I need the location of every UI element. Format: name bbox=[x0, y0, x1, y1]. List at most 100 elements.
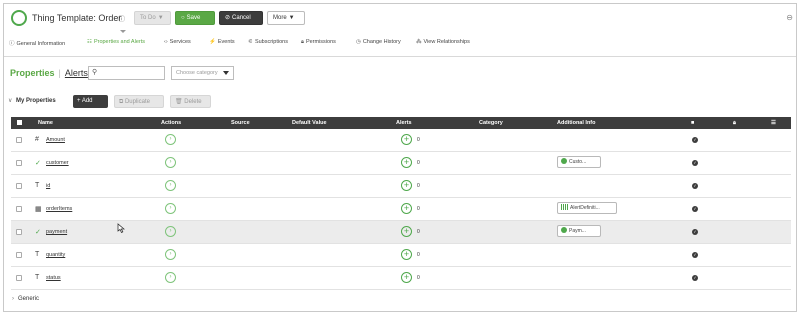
property-name-link[interactable]: payment bbox=[46, 229, 67, 235]
add-alert-icon[interactable]: + bbox=[401, 203, 412, 214]
subscription-icon: ⚟ bbox=[248, 39, 253, 45]
tab-label: Change History bbox=[362, 39, 401, 45]
properties-table: Name Actions Source Default Value Alerts… bbox=[11, 117, 791, 290]
clock-icon: ◷ bbox=[356, 39, 361, 45]
category-placeholder: Choose category bbox=[176, 70, 218, 76]
chevron-down-icon bbox=[223, 71, 229, 75]
tab-label: Permissions bbox=[305, 39, 336, 45]
actions-icon[interactable]: › bbox=[165, 249, 176, 260]
add-alert-icon[interactable]: + bbox=[401, 226, 412, 237]
tab-general-information[interactable]: ⓘ General Information bbox=[9, 39, 65, 47]
persistent-check-icon: ✓ bbox=[692, 229, 698, 235]
tab-label: Services bbox=[169, 39, 191, 45]
add-alert-icon[interactable]: + bbox=[401, 180, 412, 191]
property-name-link[interactable]: id bbox=[46, 183, 50, 189]
add-button[interactable]: + Add bbox=[73, 95, 108, 108]
table-row[interactable]: T status › + 0 ✓ bbox=[11, 267, 791, 290]
row-checkbox[interactable] bbox=[16, 183, 22, 189]
column-header-alerts[interactable]: Alerts bbox=[396, 120, 412, 126]
delete-button[interactable]: 🗑︎ Delete bbox=[170, 95, 211, 108]
todo-button[interactable]: To Do ▼ bbox=[134, 11, 171, 25]
row-checkbox[interactable] bbox=[16, 252, 22, 258]
column-header-name[interactable]: Name bbox=[38, 120, 53, 126]
column-menu-icon[interactable]: ☰ bbox=[771, 120, 776, 126]
property-name-link[interactable]: Amount bbox=[46, 137, 65, 143]
duplicate-button[interactable]: ⧉ Duplicate bbox=[114, 95, 164, 108]
table-row[interactable]: T id › + 0 ✓ bbox=[11, 175, 791, 198]
table-header: Name Actions Source Default Value Alerts… bbox=[11, 117, 791, 129]
chevron-down-icon[interactable]: ∨ bbox=[8, 97, 12, 104]
add-alert-icon[interactable]: + bbox=[401, 249, 412, 260]
actions-icon[interactable]: › bbox=[165, 203, 176, 214]
tab-change-history[interactable]: ◷ Change History bbox=[356, 39, 401, 45]
help-circle-icon[interactable]: ⓘ bbox=[118, 14, 125, 24]
tab-events[interactable]: ⚡ Events bbox=[209, 39, 235, 45]
table-row[interactable]: # Amount › + 0 ✓ bbox=[11, 129, 791, 152]
string-icon: T bbox=[35, 182, 40, 189]
row-checkbox[interactable] bbox=[16, 137, 22, 143]
search-icon: ⚲ bbox=[92, 69, 98, 76]
alerts-link[interactable]: Alerts bbox=[65, 68, 88, 78]
save-icon: ○ bbox=[181, 15, 185, 21]
alert-count: 0 bbox=[417, 160, 420, 166]
column-header-category[interactable]: Category bbox=[479, 120, 503, 126]
tab-properties-and-alerts[interactable]: ☷ Properties and Alerts bbox=[87, 39, 145, 45]
row-checkbox[interactable] bbox=[16, 275, 22, 281]
properties-toolbar: ∨ My Properties + Add ⧉ Duplicate 🗑︎ Del… bbox=[4, 94, 796, 110]
property-name-link[interactable]: quantity bbox=[46, 252, 65, 258]
tab-services[interactable]: ‹› Services bbox=[164, 39, 191, 45]
actions-icon[interactable]: › bbox=[165, 226, 176, 237]
select-all-checkbox[interactable] bbox=[17, 120, 22, 125]
actions-icon[interactable]: › bbox=[165, 157, 176, 168]
column-header-additional-info: Additional Info bbox=[557, 120, 596, 126]
properties-alerts-switch: Properties | Alerts bbox=[10, 66, 88, 80]
alert-count: 0 bbox=[417, 137, 420, 143]
collapse-panel-icon[interactable]: ⊖ bbox=[786, 13, 793, 22]
table-row[interactable]: ▦ orderItems › + 0 AlertDefiniti... ✓ bbox=[11, 198, 791, 221]
additional-info-text: Paym... bbox=[569, 228, 586, 234]
actions-icon[interactable]: › bbox=[165, 180, 176, 191]
table-row[interactable]: ✓ payment › + 0 Paym... ✓ bbox=[11, 221, 791, 244]
persistent-check-icon: ✓ bbox=[692, 206, 698, 212]
row-checkbox[interactable] bbox=[16, 229, 22, 235]
tab-subscriptions[interactable]: ⚟ Subscriptions bbox=[248, 39, 288, 45]
add-alert-icon[interactable]: + bbox=[401, 272, 412, 283]
relationships-icon: ⁂ bbox=[416, 39, 422, 45]
column-header-source[interactable]: Source bbox=[231, 120, 250, 126]
delete-label: Delete bbox=[184, 99, 202, 105]
properties-link[interactable]: Properties bbox=[10, 68, 55, 78]
tab-label: View Relationships bbox=[423, 39, 470, 45]
save-button[interactable]: ○ Save bbox=[175, 11, 215, 25]
table-row[interactable]: ✓ customer › + 0 Custo... ✓ bbox=[11, 152, 791, 175]
chevron-down-icon: ▼ bbox=[288, 15, 295, 21]
table-row[interactable]: T quantity › + 0 ✓ bbox=[11, 244, 791, 267]
row-checkbox[interactable] bbox=[16, 160, 22, 166]
property-name-link[interactable]: status bbox=[46, 275, 61, 281]
bolt-icon: ⚡ bbox=[209, 39, 216, 45]
page-title: Thing Template: Order bbox=[32, 13, 122, 23]
search-input[interactable]: ⚲ bbox=[88, 66, 165, 80]
add-alert-icon[interactable]: + bbox=[401, 157, 412, 168]
tab-view-relationships[interactable]: ⁂ View Relationships bbox=[416, 39, 470, 45]
info-icon: ⓘ bbox=[9, 41, 15, 47]
row-checkbox[interactable] bbox=[16, 206, 22, 212]
additional-info-text: Custo... bbox=[569, 159, 587, 165]
category-select[interactable]: Choose category bbox=[171, 66, 234, 80]
property-name-link[interactable]: orderItems bbox=[46, 206, 72, 212]
lock-icon: 🔒︎ bbox=[301, 39, 304, 45]
my-properties-label[interactable]: My Properties bbox=[16, 98, 56, 104]
actions-icon[interactable]: › bbox=[165, 272, 176, 283]
actions-icon[interactable]: › bbox=[165, 134, 176, 145]
cancel-button[interactable]: ⊘ Cancel bbox=[219, 11, 263, 25]
add-alert-icon[interactable]: + bbox=[401, 134, 412, 145]
generic-section-toggle[interactable]: › Generic bbox=[12, 296, 39, 302]
tab-permissions[interactable]: 🔒︎ Permissions bbox=[301, 39, 336, 46]
subnav-separator: | bbox=[58, 68, 61, 78]
alert-count: 0 bbox=[417, 229, 420, 235]
additional-info-chip[interactable]: AlertDefiniti... bbox=[557, 202, 617, 214]
additional-info-chip[interactable]: Custo... bbox=[557, 156, 601, 168]
additional-info-chip[interactable]: Paym... bbox=[557, 225, 601, 237]
property-name-link[interactable]: customer bbox=[46, 160, 69, 166]
more-button[interactable]: More ▼ bbox=[267, 11, 305, 25]
column-header-default-value[interactable]: Default Value bbox=[292, 120, 327, 126]
